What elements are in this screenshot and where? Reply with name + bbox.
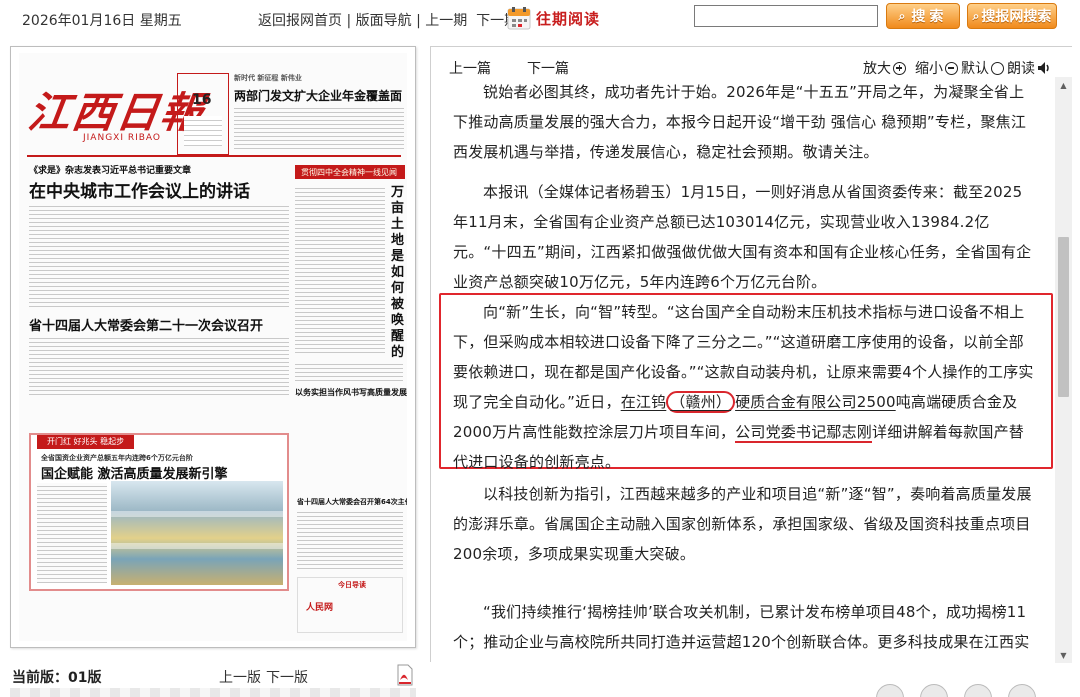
default-size-label: 默认 <box>961 61 989 77</box>
scroll-up-arrow-icon[interactable]: ▲ <box>1055 77 1072 93</box>
article-text-block <box>29 335 289 395</box>
article-text-block <box>29 203 289 307</box>
network-search-label: 搜报网搜索 <box>981 9 1052 25</box>
read-aloud-label: 朗读 <box>1007 61 1035 77</box>
circled-location: （赣州） <box>666 391 736 413</box>
speaker-icon <box>1038 62 1049 74</box>
search-input[interactable] <box>694 5 878 27</box>
article-paragraph: 以科技创新为指引，江西越来越多的产业和项目追“新”逐“智”，奏响着高质量发展的澎… <box>453 485 1032 563</box>
company-name-part: 在江钨 <box>620 393 667 411</box>
top-nav: 返回报网首页 | 版面导航 | 上一期 下一期 <box>258 10 518 30</box>
radio-circle-icon <box>991 61 1004 75</box>
factory-photo <box>111 481 283 585</box>
article-scrollbar[interactable]: ▲ ▼ <box>1055 77 1072 663</box>
guide-box: 今日导读 人民网 <box>297 577 403 633</box>
photo-detail <box>111 543 283 549</box>
scroll-down-arrow-icon[interactable]: ▼ <box>1055 647 1072 663</box>
photo-detail <box>111 511 283 517</box>
article-toolbar: 上一篇 下一篇 放大 缩小 默认 朗读 <box>431 55 1055 77</box>
divider <box>27 155 401 157</box>
search-button[interactable]: ⌕ 搜索 <box>886 3 960 29</box>
archive-reading-button[interactable]: 往期阅读 <box>506 4 600 32</box>
article-paragraph-highlighted: 向“新”生长，向“智”转型。“这台国产全自动粉末压机技术指标与进口设备不相上下，… <box>453 297 1037 477</box>
search-icon: ⌕ <box>972 8 980 23</box>
underlined-company-name: 在江钨 （赣州） 硬质合金有限公司2500 <box>621 391 896 413</box>
issue-date-box: 16 <box>177 73 229 155</box>
nav-spacer <box>467 13 476 29</box>
next-page-link[interactable]: 下一版 <box>266 667 308 687</box>
prev-article-link[interactable]: 上一篇 <box>449 58 491 78</box>
calendar-icon <box>507 7 531 30</box>
zoom-in-icon <box>893 61 906 75</box>
zoom-out-label: 缩小 <box>915 61 943 77</box>
headline-article[interactable]: 省十四届人大常委会召开第64次主任会议 <box>297 497 407 507</box>
feature-article-box[interactable]: 开门红 好兆头 稳起步 全省国资企业资产总额五年内连跨6个万亿元台阶 国企赋能 … <box>29 433 289 591</box>
headline-article[interactable]: 省十四届人大常委会第二十一次会议召开 <box>29 315 263 334</box>
article-text-block <box>295 361 403 383</box>
feature-headline: 国企赋能 激活高质量发展新引擎 <box>41 467 228 482</box>
issue-info-lines <box>184 116 222 146</box>
current-page-label: 当前版：01版 <box>12 667 101 687</box>
section-banner-label: 贯彻四中全会精神一线见闻 <box>301 168 397 177</box>
feature-banner: 开门红 好兆头 稳起步 <box>37 435 135 449</box>
page-thumbnail-strip <box>10 688 416 697</box>
headline-kicker: 《求是》杂志发表习近平总书记重要文章 <box>29 166 192 176</box>
search-button-label: 搜索 <box>911 9 948 25</box>
nav-separator: | <box>342 13 356 29</box>
article-body: 锐始者必图其终，成功者先计于始。2026年是“十五五”开局之年，为凝聚全省上下推… <box>431 77 1055 663</box>
guide-logo: 人民网 <box>306 603 334 613</box>
prev-page-link[interactable]: 上一版 <box>219 667 261 687</box>
top-bar: 2026年01月16日 星期五 返回报网首页 | 版面导航 | 上一期 下一期 … <box>0 0 1080 38</box>
nav-prev-issue-link[interactable]: 上一期 <box>425 13 467 29</box>
current-date: 2026年01月16日 星期五 <box>22 13 182 29</box>
company-name-part: 硬质合金有限公司2500 <box>735 393 896 411</box>
share-icons <box>876 684 1052 697</box>
current-page-value: 01版 <box>68 670 102 686</box>
scroll-thumb[interactable] <box>1058 237 1069 397</box>
read-aloud-button[interactable]: 朗读 <box>1007 58 1053 78</box>
search-icon: ⌕ <box>898 8 910 23</box>
article-panel: 上一篇 下一篇 放大 缩小 默认 朗读 锐始者必图其终，成功者先计于始。2026… <box>430 46 1072 663</box>
zoom-out-button[interactable]: 缩小 <box>915 58 958 78</box>
newspaper-page-image[interactable]: 江西日報 JIANGXI RIBAO 16 新时代 新征程 新伟业 两部门发文扩… <box>19 53 407 641</box>
nav-home-link[interactable]: 返回报网首页 <box>258 13 342 29</box>
article-paragraph: 本报讯（全媒体记者杨碧玉）1月15日，一则好消息从省国资委传来：截至2025年1… <box>453 183 1032 291</box>
nav-separator: | <box>411 13 426 29</box>
article-text-block <box>297 509 403 569</box>
archive-label: 往期阅读 <box>536 9 601 28</box>
article-paragraph: “我们持续推行‘揭榜挂帅’联合攻关机制，已累计发布榜单项目48个，成功揭榜11个… <box>453 603 1030 651</box>
guide-title: 今日导读 <box>338 581 366 589</box>
default-size-button[interactable]: 默认 <box>961 58 1004 78</box>
section-banner: 贯彻四中全会精神一线见闻 <box>295 165 405 179</box>
article-text-block <box>37 483 107 583</box>
nav-layout-link[interactable]: 版面导航 <box>356 13 412 29</box>
network-search-button[interactable]: ⌕ 搜报网搜索 <box>967 3 1057 29</box>
share-icon[interactable] <box>876 684 904 697</box>
underlined-person: 公司党委书记鄢志刚 <box>735 423 872 443</box>
issue-day: 16 <box>192 92 212 108</box>
headline-kicker: 新时代 新征程 新伟业 <box>234 74 302 82</box>
next-article-link[interactable]: 下一篇 <box>527 58 569 78</box>
article-text-block <box>234 105 404 149</box>
share-icon[interactable] <box>920 684 948 697</box>
headline-article[interactable]: 在中央城市工作会议上的讲话 <box>29 177 250 202</box>
vertical-headline[interactable]: 万亩土地是如何被唤醒的 <box>391 185 407 361</box>
masthead-english: JIANGXI RIBAO <box>83 133 162 143</box>
pdf-download-icon[interactable] <box>396 664 414 686</box>
feature-kicker: 全省国资企业资产总额五年内连跨6个万亿元台阶 <box>41 454 193 462</box>
article-paragraph: 锐始者必图其终，成功者先计于始。2026年是“十五五”开局之年，为凝聚全省上下推… <box>453 83 1027 161</box>
share-icon[interactable] <box>1008 684 1036 697</box>
newspaper-page-panel: 江西日報 JIANGXI RIBAO 16 新时代 新征程 新伟业 两部门发文扩… <box>10 46 416 648</box>
zoom-in-button[interactable]: 放大 <box>863 58 906 78</box>
zoom-out-icon <box>945 61 958 75</box>
share-icon[interactable] <box>964 684 992 697</box>
current-page-prefix: 当前版： <box>12 670 68 686</box>
zoom-in-label: 放大 <box>863 61 891 77</box>
article-text-block <box>295 185 385 355</box>
headline-article[interactable]: 两部门发文扩大企业年金覆盖面 <box>234 87 402 104</box>
headline-article[interactable]: 以务实担当作风书写高质量发展 <box>295 387 407 398</box>
